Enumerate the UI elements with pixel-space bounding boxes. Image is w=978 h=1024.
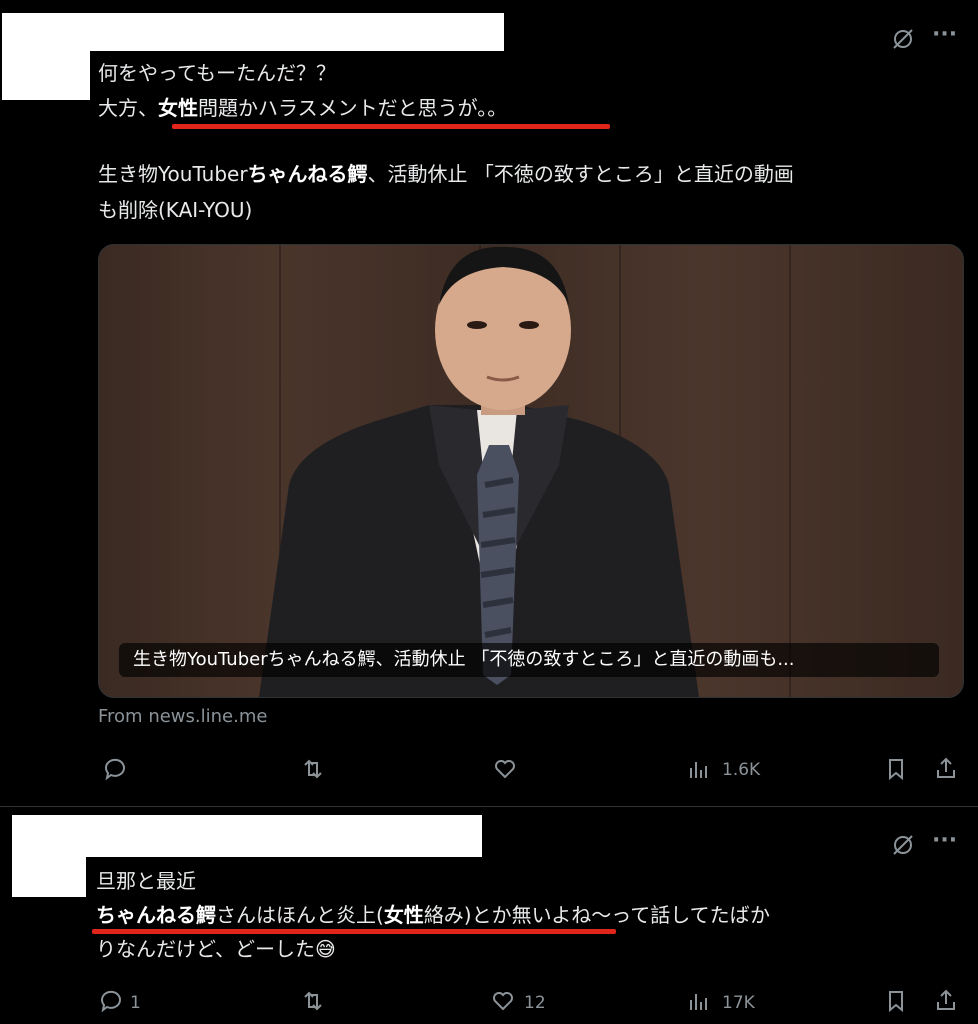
like-icon[interactable]: [490, 756, 520, 782]
highlight-text: ちゃんねる鰐: [247, 162, 368, 186]
text-span: りなんだけど、どーした: [96, 937, 315, 961]
tweet-text-line: 大方、女性問題かハラスメントだと思うが。。: [98, 93, 507, 123]
text-span: 問題かハラスメントだと思うが。。: [198, 96, 508, 120]
article-title-line: も削除(KAI-YOU): [98, 198, 253, 222]
person-photo: [259, 246, 699, 697]
red-underline: [172, 124, 610, 129]
retweet-icon[interactable]: [298, 988, 328, 1014]
retweet-icon[interactable]: [298, 756, 328, 782]
reply-icon[interactable]: [96, 988, 126, 1014]
tweet-text-line: 旦那と最近: [96, 869, 196, 893]
highlight-text: 女性: [383, 903, 424, 927]
views-count: 1.6K: [722, 760, 761, 780]
grok-icon[interactable]: [888, 24, 918, 54]
share-icon[interactable]: [932, 988, 960, 1014]
tweet-divider: [0, 806, 978, 807]
bookmark-icon[interactable]: [882, 988, 910, 1014]
like-count: 12: [524, 993, 546, 1013]
bookmark-icon[interactable]: [882, 756, 910, 782]
reply-count: 1: [130, 993, 141, 1013]
text-span: 絡み)とか無いよね〜って話してたばか: [423, 903, 771, 927]
views-count: 17K: [722, 993, 755, 1013]
redacted-avatar: [12, 815, 86, 897]
share-icon[interactable]: [932, 756, 960, 782]
text-span: さんはほんと炎上(: [216, 903, 384, 927]
redacted-avatar: [2, 13, 90, 100]
link-card[interactable]: 生き物YouTuberちゃんねる鰐、活動休止 「不徳の致すところ」と直近の動画も…: [98, 244, 964, 698]
sweat-smile-emoji: 😅: [315, 937, 336, 961]
more-options-button[interactable]: ···: [932, 22, 957, 47]
tweet-text-line: りなんだけど、どーした😅: [96, 934, 336, 964]
reply-icon[interactable]: [100, 756, 130, 782]
grok-icon[interactable]: [888, 830, 918, 860]
card-caption: 生き物YouTuberちゃんねる鰐、活動休止 「不徳の致すところ」と直近の動画も…: [119, 643, 939, 677]
text-span: 生き物YouTuber: [98, 162, 248, 186]
more-options-button[interactable]: ···: [932, 828, 957, 853]
like-icon[interactable]: [488, 988, 518, 1014]
text-span: 大方、: [98, 96, 158, 120]
link-source[interactable]: From news.line.me: [98, 706, 267, 727]
views-icon[interactable]: [686, 988, 712, 1014]
tweet-text-line: 何をやってもーたんだ？？: [98, 61, 336, 85]
views-icon[interactable]: [686, 756, 712, 782]
tweet-text-line: ちゃんねる鰐さんはほんと炎上(女性絡み)とか無いよね〜って話してたばか: [96, 900, 770, 930]
article-title-line: 生き物YouTuberちゃんねる鰐、活動休止 「不徳の致すところ」と直近の動画: [98, 159, 794, 189]
highlight-text: ちゃんねる鰐: [96, 903, 216, 927]
text-span: 、活動休止 「不徳の致すところ」と直近の動画: [367, 162, 794, 186]
highlight-text: 女性: [158, 96, 198, 120]
